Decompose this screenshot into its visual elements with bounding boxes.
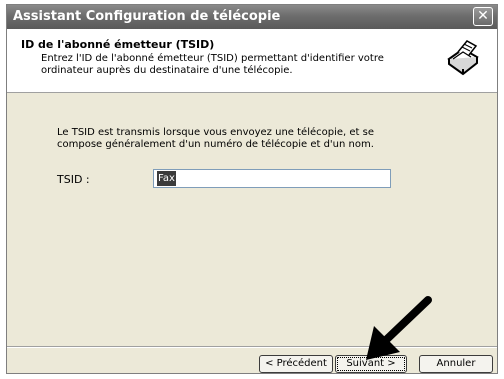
header-description: Entrez l'ID de l'abonné émetteur (TSID) … (41, 53, 384, 76)
pointer-arrow-icon (366, 296, 432, 360)
wizard-header: ID de l'abonné émetteur (TSID) Entrez l'… (7, 29, 497, 93)
close-icon: ✕ (477, 8, 489, 24)
tsid-input[interactable]: Fax (153, 169, 391, 188)
tsid-label: TSID : (57, 173, 90, 186)
info-text: Le TSID est transmis lorsque vous envoye… (57, 127, 374, 150)
fax-machine-icon (447, 40, 479, 76)
close-button[interactable]: ✕ (473, 7, 493, 26)
tsid-input-value: Fax (157, 171, 176, 186)
window-title: Assistant Configuration de télécopie (13, 9, 281, 24)
header-title: ID de l'abonné émetteur (TSID) (21, 38, 215, 51)
previous-button[interactable]: < Précédent (259, 355, 333, 373)
title-bar: Assistant Configuration de télécopie ✕ (7, 5, 497, 29)
